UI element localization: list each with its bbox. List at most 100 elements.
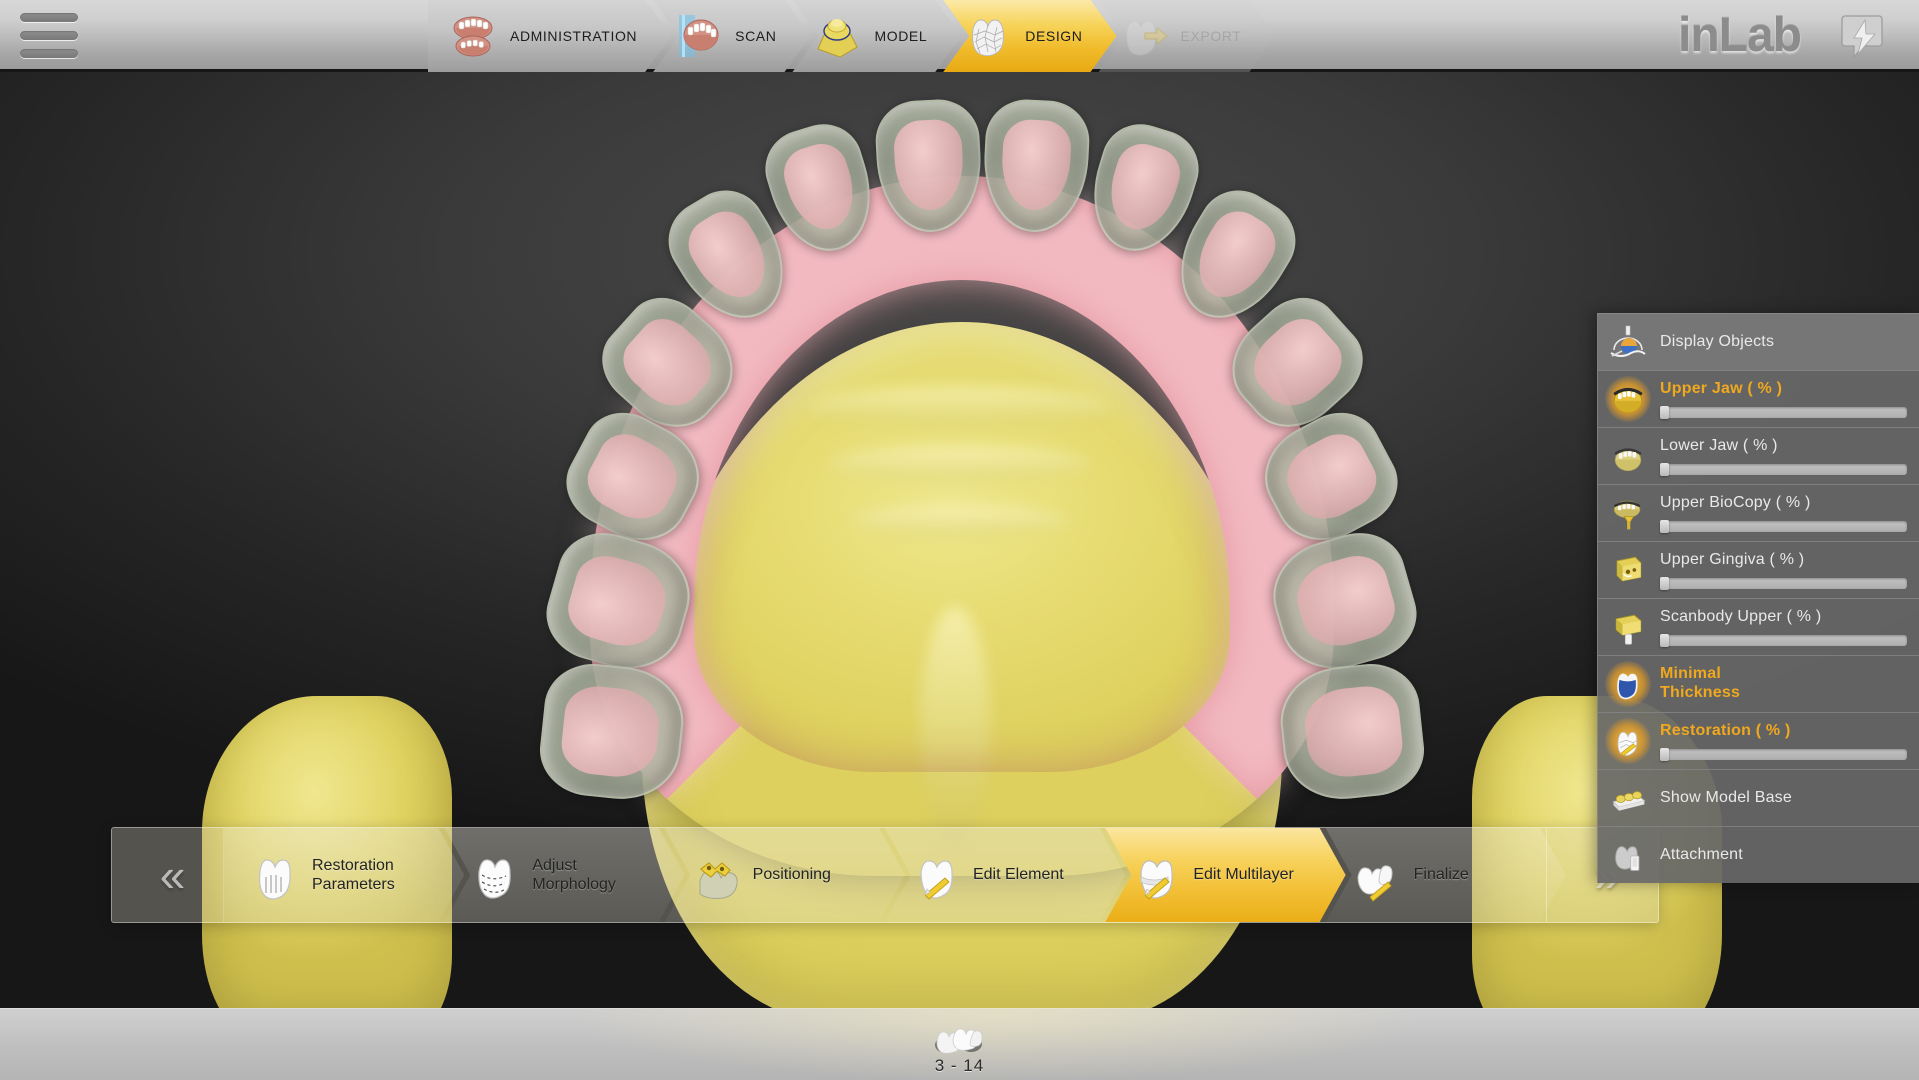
restoration-icon (1606, 719, 1650, 763)
upper-biocopy-icon (1606, 491, 1650, 535)
object-label: Upper BioCopy ( % ) (1660, 494, 1907, 513)
step-finalize[interactable]: Finalize (1326, 828, 1566, 922)
finalize-icon (1348, 847, 1404, 903)
slider-knob[interactable] (1660, 520, 1669, 533)
scanbody-upper-icon (1606, 605, 1650, 649)
edit-element-icon (907, 847, 963, 903)
slider-knob[interactable] (1660, 463, 1669, 476)
object-row-scanbody-upper-body: Scanbody Upper ( % ) (1660, 608, 1907, 646)
upper-jaw-icon (1606, 377, 1650, 421)
phase-tab-label: SCAN (735, 28, 776, 44)
restoration-preview-icon (929, 1023, 991, 1055)
object-row-upper-jaw-body: Upper Jaw ( % ) (1660, 380, 1907, 418)
upper-biocopy-opacity-slider[interactable] (1660, 521, 1907, 532)
edit-multilayer-icon (1127, 847, 1183, 903)
restoration-parameters-icon (246, 847, 302, 903)
display-objects-header[interactable]: Display Objects (1598, 314, 1919, 371)
phase-tab-label: EXPORT (1181, 28, 1242, 44)
restoration-opacity-slider[interactable] (1660, 749, 1907, 760)
status-label: 3 - 14 (935, 1056, 984, 1076)
status-bar: 3 - 14 (0, 1008, 1919, 1080)
gold-model-icon (810, 11, 864, 61)
upper-gingiva-icon (1606, 548, 1650, 592)
object-row-scanbody-upper[interactable]: Scanbody Upper ( % ) (1598, 599, 1919, 656)
scanbody-upper-opacity-slider[interactable] (1660, 635, 1907, 646)
step-restoration-parameters[interactable]: Restoration Parameters (224, 828, 464, 922)
top-bar: ADMINISTRATION (0, 0, 1919, 72)
lower-jaw-icon (1606, 434, 1650, 478)
object-label: Restoration ( % ) (1660, 722, 1907, 741)
speech-bubble-lightning-logo (1835, 8, 1891, 64)
object-label: Attachment (1660, 846, 1907, 865)
phase-tab-scan[interactable]: SCAN (653, 0, 810, 72)
object-row-restoration[interactable]: Restoration ( % ) (1598, 713, 1919, 770)
step-label: Edit Multilayer (1193, 865, 1293, 884)
jaw-scanner-icon (671, 11, 725, 61)
display-objects-icon (1606, 320, 1650, 364)
upper-jaw-opacity-slider[interactable] (1660, 407, 1907, 418)
object-row-lower-jaw-body: Lower Jaw ( % ) (1660, 437, 1907, 475)
object-row-attachment-body: Attachment (1660, 846, 1907, 865)
step-label: Adjust Morphology (532, 856, 616, 894)
phase-tab-administration[interactable]: ADMINISTRATION (428, 0, 671, 72)
step-adjust-morphology[interactable]: Adjust Morphology (444, 828, 684, 922)
phase-tab-label: MODEL (874, 28, 927, 44)
object-row-upper-jaw[interactable]: Upper Jaw ( % ) (1598, 371, 1919, 428)
object-label: Upper Gingiva ( % ) (1660, 551, 1907, 570)
object-row-upper-gingiva-body: Upper Gingiva ( % ) (1660, 551, 1907, 589)
step-edit-element[interactable]: Edit Element (885, 828, 1125, 922)
phase-tab-label: DESIGN (1025, 28, 1082, 44)
wireframe-crown-icon (961, 11, 1015, 61)
object-row-show-model-base-body: Show Model Base (1660, 789, 1907, 808)
object-row-upper-biocopy-body: Upper BioCopy ( % ) (1660, 494, 1907, 532)
attachment-icon (1606, 833, 1650, 877)
step-positioning[interactable]: Positioning (665, 828, 905, 922)
object-label: Show Model Base (1660, 789, 1907, 808)
hamburger-bar-1 (20, 13, 78, 22)
lower-jaw-opacity-slider[interactable] (1660, 464, 1907, 475)
phase-tab-label: ADMINISTRATION (510, 28, 637, 44)
object-row-minimal-thickness[interactable]: Minimal Thickness (1598, 656, 1919, 713)
slider-knob[interactable] (1660, 406, 1669, 419)
object-row-restoration-body: Restoration ( % ) (1660, 722, 1907, 760)
hamburger-bar-2 (20, 31, 78, 40)
object-row-lower-jaw[interactable]: Lower Jaw ( % ) (1598, 428, 1919, 485)
object-label: Lower Jaw ( % ) (1660, 437, 1907, 456)
object-row-show-model-base[interactable]: Show Model Base (1598, 770, 1919, 827)
previous-step-button[interactable]: « (112, 828, 224, 922)
object-row-attachment[interactable]: Attachment (1598, 827, 1919, 883)
object-label: Scanbody Upper ( % ) (1660, 608, 1907, 627)
object-row-upper-gingiva[interactable]: Upper Gingiva ( % ) (1598, 542, 1919, 599)
object-label: Upper Jaw ( % ) (1660, 380, 1907, 399)
phase-navigation: ADMINISTRATION (428, 0, 1257, 72)
display-objects-header-body: Display Objects (1660, 333, 1907, 352)
display-objects-title: Display Objects (1660, 333, 1907, 352)
design-steps: Restoration Parameters Adjust Morphology (224, 828, 1546, 922)
design-step-bar: « Restoration Parameters (111, 827, 1659, 923)
adjust-morphology-icon (466, 847, 522, 903)
hamburger-menu-icon[interactable] (14, 12, 84, 58)
display-objects-panel: Display Objects Upper Jaw ( % ) (1597, 313, 1919, 883)
hamburger-bar-3 (20, 49, 78, 58)
step-label: Finalize (1414, 865, 1469, 884)
step-label: Positioning (753, 865, 831, 884)
object-label: Minimal Thickness (1660, 665, 1907, 703)
slider-knob[interactable] (1660, 634, 1669, 647)
inlab-application-window: ADMINISTRATION (0, 0, 1919, 1080)
phase-tab-model[interactable]: MODEL (792, 0, 961, 72)
slider-knob[interactable] (1660, 748, 1669, 761)
phase-tab-design[interactable]: DESIGN (943, 0, 1116, 72)
positioning-icon (687, 847, 743, 903)
app-brand-title: inLab (1678, 8, 1801, 63)
minimal-thickness-icon (1606, 662, 1650, 706)
slider-knob[interactable] (1660, 577, 1669, 590)
phase-tab-export[interactable]: EXPORT (1099, 0, 1276, 72)
step-label: Restoration Parameters (312, 856, 395, 894)
model-base-icon (1606, 776, 1650, 820)
export-arrow-icon (1117, 11, 1171, 61)
step-label: Edit Element (973, 865, 1064, 884)
object-row-upper-biocopy[interactable]: Upper BioCopy ( % ) (1598, 485, 1919, 542)
dentures-icon (446, 11, 500, 61)
step-edit-multilayer[interactable]: Edit Multilayer (1105, 828, 1345, 922)
upper-gingiva-opacity-slider[interactable] (1660, 578, 1907, 589)
